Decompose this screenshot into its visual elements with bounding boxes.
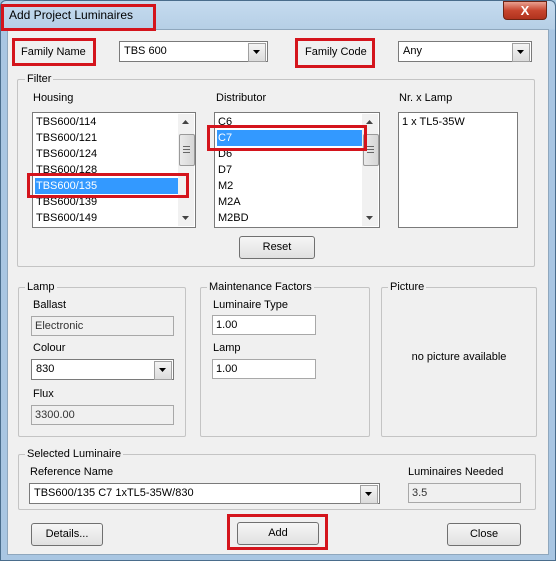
housing-scrollbar[interactable] (178, 114, 195, 226)
flux-label: Flux (33, 388, 54, 400)
housing-listbox[interactable]: TBS600/114 TBS600/121 TBS600/124 TBS600/… (32, 112, 196, 228)
distributor-selection-highlight-box (207, 125, 367, 151)
lamp-group-title: Lamp (25, 281, 57, 293)
arrow-down-icon[interactable] (178, 210, 194, 226)
list-item[interactable]: TBS600/121 (35, 130, 178, 146)
scroll-thumb[interactable] (179, 134, 195, 166)
arrow-down-icon[interactable] (362, 210, 378, 226)
family-name-highlight-box (12, 38, 96, 66)
flux-field: 3300.00 (31, 405, 174, 425)
list-item[interactable]: 1 x TL5-35W (401, 114, 516, 130)
ballast-field: Electronic (31, 316, 174, 336)
close-button[interactable]: Close (447, 523, 521, 546)
colour-dropdown[interactable]: 830 (31, 359, 174, 380)
family-name-value: TBS 600 (124, 45, 167, 57)
reference-name-label: Reference Name (30, 466, 114, 478)
filter-group-title: Filter (25, 73, 54, 85)
maintenance-lamp-input[interactable]: 1.00 (212, 359, 316, 379)
chevron-down-icon[interactable] (248, 43, 266, 62)
list-item[interactable]: M2 (217, 178, 362, 194)
family-code-dropdown[interactable]: Any (398, 41, 532, 62)
luminaires-needed-label: Luminaires Needed (408, 466, 504, 478)
family-name-dropdown[interactable]: TBS 600 (119, 41, 268, 62)
list-item[interactable]: M2BD (217, 210, 362, 226)
reference-name-dropdown[interactable]: TBS600/135 C7 1xTL5-35W/830 (29, 483, 380, 504)
ballast-label: Ballast (33, 299, 67, 311)
family-code-value: Any (403, 45, 422, 57)
reference-name-value: TBS600/135 C7 1xTL5-35W/830 (34, 487, 194, 499)
luminaires-needed-field: 3.5 (408, 483, 521, 503)
add-button-highlight-box (227, 514, 328, 550)
lamp-count-label: Nr. x Lamp (399, 92, 453, 104)
colour-label: Colour (33, 342, 66, 354)
housing-label: Housing (33, 92, 74, 104)
list-item[interactable]: TBS600/149 (35, 210, 178, 226)
details-button[interactable]: Details... (31, 523, 103, 546)
list-item[interactable]: M2A (217, 194, 362, 210)
luminaire-type-label: Luminaire Type (213, 299, 289, 311)
title-highlight-box (1, 4, 156, 31)
chevron-down-icon[interactable] (360, 485, 378, 504)
chevron-down-icon[interactable] (512, 43, 530, 62)
maintenance-group-title: Maintenance Factors (207, 281, 314, 293)
colour-value: 830 (36, 363, 55, 375)
list-item[interactable]: D7 (217, 162, 362, 178)
list-item[interactable]: TBS600/114 (35, 114, 178, 130)
distributor-label: Distributor (216, 92, 267, 104)
arrow-up-icon[interactable] (178, 114, 194, 130)
maintenance-lamp-label: Lamp (213, 342, 241, 354)
family-code-highlight-box (295, 38, 375, 68)
luminaire-type-input[interactable]: 1.00 (212, 315, 316, 335)
list-item[interactable]: TBS600/124 (35, 146, 178, 162)
window-close-button[interactable]: X (503, 1, 547, 20)
reset-button[interactable]: Reset (239, 236, 315, 259)
lamp-count-listbox[interactable]: 1 x TL5-35W (398, 112, 518, 228)
housing-selection-highlight-box (27, 173, 189, 198)
chevron-down-icon[interactable] (154, 361, 172, 380)
picture-placeholder: no picture available (411, 351, 507, 363)
selected-luminaire-group-title: Selected Luminaire (25, 448, 124, 460)
picture-group-title: Picture (388, 281, 427, 293)
